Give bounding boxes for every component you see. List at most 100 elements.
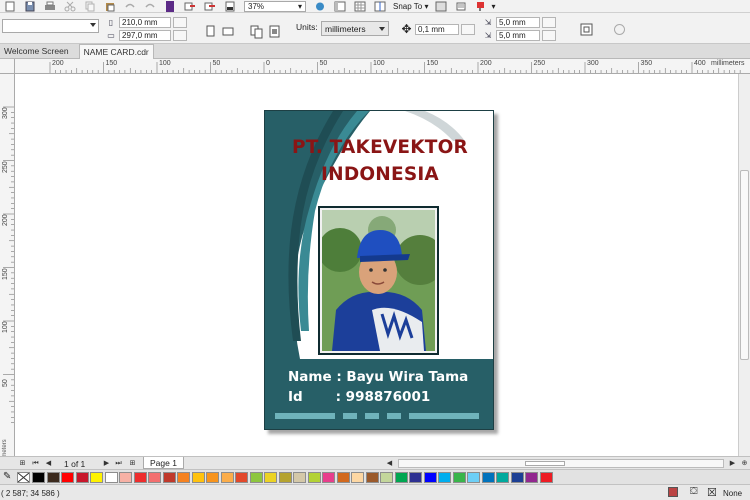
- vertical-scrollbar-thumb[interactable]: [740, 170, 749, 360]
- print-icon[interactable]: [43, 1, 57, 12]
- application-launcher-icon[interactable]: [474, 1, 488, 12]
- next-page-icon[interactable]: ▶: [102, 459, 111, 468]
- horizontal-scrollbar[interactable]: [398, 459, 724, 468]
- color-swatch[interactable]: [46, 472, 60, 483]
- scroll-right-icon[interactable]: ▶: [728, 459, 737, 468]
- nudge-distance-value[interactable]: 0,1 mm: [415, 24, 459, 35]
- color-swatch[interactable]: [119, 472, 132, 483]
- horizontal-scrollbar-thumb[interactable]: [525, 461, 565, 466]
- color-swatch[interactable]: [452, 472, 466, 483]
- color-swatch[interactable]: [496, 472, 509, 483]
- export-icon[interactable]: [203, 1, 217, 12]
- page-size-dropdown[interactable]: [2, 19, 99, 33]
- color-swatch[interactable]: [90, 472, 103, 483]
- copy-icon[interactable]: [83, 1, 97, 12]
- nudge-distance-field[interactable]: 0,1 mm: [415, 24, 475, 35]
- color-swatch[interactable]: [322, 472, 335, 483]
- page-width-value[interactable]: 210,0 mm: [119, 17, 171, 28]
- color-swatch[interactable]: [409, 472, 422, 483]
- new-document-icon[interactable]: [3, 1, 17, 12]
- full-screen-preview-icon[interactable]: [313, 1, 327, 12]
- options-icon[interactable]: [454, 1, 468, 12]
- duplicate-y-spinner[interactable]: [542, 30, 556, 41]
- duplicate-x-field[interactable]: ⇲ 5,0 mm: [483, 17, 556, 28]
- vertical-scrollbar[interactable]: [738, 74, 750, 456]
- add-page-after-icon[interactable]: ⊞: [128, 459, 137, 468]
- horizontal-ruler[interactable]: millimeters 200 150 100 50 0 50 100 150 200 250 30…: [15, 59, 750, 74]
- color-swatch[interactable]: [365, 472, 379, 483]
- page-height-value[interactable]: 297,0 mm: [119, 30, 171, 41]
- page-tab-1[interactable]: Page 1: [143, 457, 184, 469]
- show-grid-icon[interactable]: [353, 1, 367, 12]
- portrait-icon[interactable]: [202, 23, 217, 38]
- units-dropdown[interactable]: millimeters: [321, 21, 389, 36]
- scroll-left-icon[interactable]: ◀: [385, 459, 394, 468]
- duplicate-y-field[interactable]: ⇲ 5,0 mm: [483, 30, 556, 41]
- circle-icon[interactable]: [611, 21, 626, 36]
- color-swatch[interactable]: [481, 472, 495, 483]
- last-page-icon[interactable]: ⏭: [114, 459, 123, 468]
- page-border-icon[interactable]: [578, 21, 593, 36]
- color-swatch[interactable]: [525, 472, 538, 483]
- color-swatch[interactable]: [438, 472, 451, 483]
- color-swatch[interactable]: [307, 472, 321, 483]
- current-page-icon[interactable]: [266, 23, 281, 38]
- color-swatch[interactable]: [293, 472, 306, 483]
- paste-icon[interactable]: [103, 1, 117, 12]
- show-guidelines-icon[interactable]: [373, 1, 387, 12]
- color-swatch[interactable]: [423, 472, 437, 483]
- tab-welcome-screen[interactable]: Welcome Screen: [0, 44, 73, 59]
- welcome-screen-icon[interactable]: [434, 1, 448, 12]
- zoom-level-combo[interactable]: 37% ▾: [244, 0, 306, 12]
- corel-connect-icon[interactable]: [163, 0, 177, 12]
- color-swatch[interactable]: [220, 472, 234, 483]
- color-swatch[interactable]: [61, 472, 74, 483]
- color-swatch[interactable]: [191, 472, 205, 483]
- color-swatch[interactable]: [249, 472, 263, 483]
- tab-name-card[interactable]: NAME CARD.cdr: [78, 44, 154, 59]
- duplicate-x-spinner[interactable]: [542, 17, 556, 28]
- color-swatch[interactable]: [206, 472, 219, 483]
- color-swatch[interactable]: [104, 472, 118, 483]
- landscape-icon[interactable]: [220, 23, 235, 38]
- eyedropper-icon[interactable]: ✎: [3, 471, 11, 482]
- color-swatch[interactable]: [467, 472, 480, 483]
- color-swatch[interactable]: [148, 472, 161, 483]
- snap-to-dropdown[interactable]: Snap To ▾: [393, 2, 428, 11]
- ruler-origin-button[interactable]: [0, 59, 15, 74]
- no-color-swatch[interactable]: [17, 472, 30, 483]
- vertical-ruler[interactable]: 300 250 200 150 100 50: [0, 74, 15, 456]
- page-height-spinner[interactable]: [173, 30, 187, 41]
- cut-icon[interactable]: [63, 1, 77, 12]
- nudge-spinner[interactable]: [461, 24, 475, 35]
- publish-pdf-icon[interactable]: [223, 1, 237, 12]
- id-card[interactable]: PT. TAKEVEKTOR INDONESIA Name: Bayu Wir…: [264, 110, 494, 430]
- color-swatch[interactable]: [278, 472, 292, 483]
- color-swatch[interactable]: [75, 472, 89, 483]
- color-swatch[interactable]: [264, 472, 277, 483]
- color-swatch[interactable]: [380, 472, 393, 483]
- color-swatch[interactable]: [162, 472, 176, 483]
- undo-icon[interactable]: [123, 1, 137, 12]
- save-icon[interactable]: [23, 1, 37, 12]
- color-swatch[interactable]: [133, 472, 147, 483]
- color-swatch[interactable]: [177, 472, 190, 483]
- previous-page-icon[interactable]: ◀: [44, 459, 53, 468]
- first-page-icon[interactable]: ⏮: [31, 459, 40, 468]
- import-icon[interactable]: [183, 1, 197, 12]
- color-swatch[interactable]: [510, 472, 524, 483]
- color-swatch[interactable]: [235, 472, 248, 483]
- chevron-down-icon[interactable]: ▾: [491, 2, 495, 11]
- color-swatch[interactable]: [336, 472, 350, 483]
- color-swatch[interactable]: [394, 472, 408, 483]
- page-width-field[interactable]: ▯ 210,0 mm: [106, 17, 187, 28]
- all-pages-icon[interactable]: [248, 23, 263, 39]
- zoom-icon[interactable]: ⊕: [740, 459, 749, 468]
- drawing-canvas[interactable]: PT. TAKEVEKTOR INDONESIA Name: Bayu Wir…: [15, 74, 738, 456]
- color-swatch[interactable]: [351, 472, 364, 483]
- page-width-spinner[interactable]: [173, 17, 187, 28]
- show-rulers-icon[interactable]: [333, 1, 347, 12]
- add-page-before-icon[interactable]: ⊞: [18, 459, 27, 468]
- redo-icon[interactable]: [143, 1, 157, 12]
- color-swatch[interactable]: [32, 472, 45, 483]
